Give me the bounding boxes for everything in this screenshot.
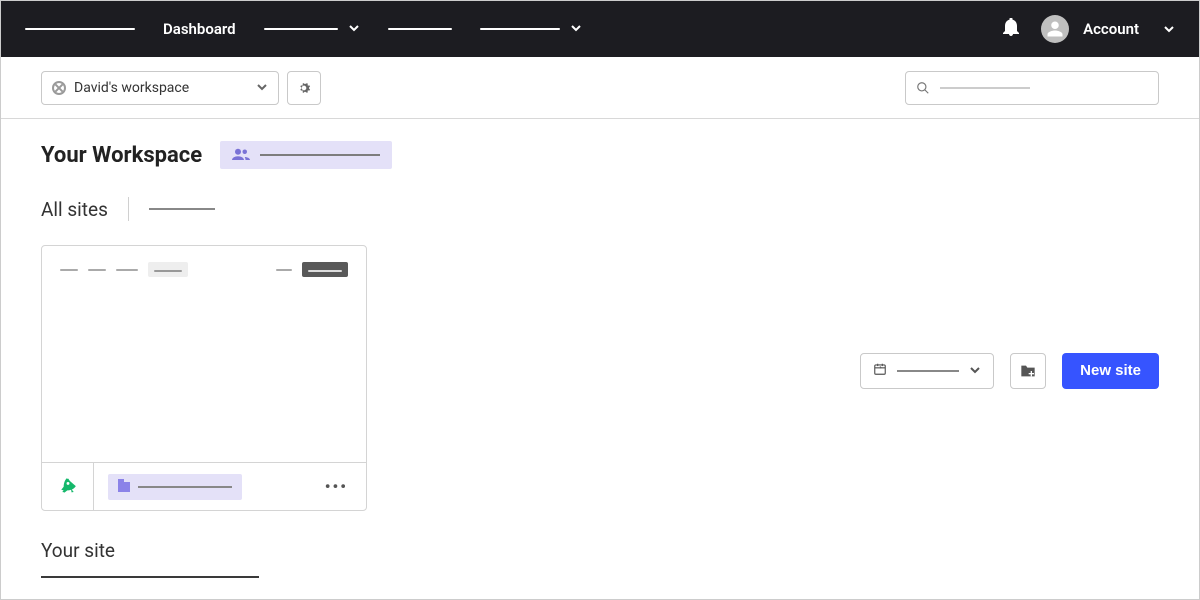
placeholder: [116, 269, 138, 271]
site-chip: [148, 262, 188, 277]
members-text: [260, 154, 380, 156]
all-sites-header: All sites: [41, 197, 860, 221]
close-circle-icon: [52, 81, 66, 95]
rocket-icon: [59, 477, 77, 497]
placeholder: [276, 269, 292, 271]
nav-placeholder: [264, 28, 338, 30]
nav-placeholder: [480, 28, 560, 30]
placeholder: [88, 269, 106, 271]
site-status-icon-cell[interactable]: [42, 463, 94, 511]
site-card-footer: •••: [42, 462, 366, 510]
nav-item-2[interactable]: [264, 1, 360, 57]
search-icon: [916, 81, 930, 95]
nav-item-4[interactable]: [480, 1, 582, 57]
site-chip-dark: [302, 262, 348, 277]
search-box[interactable]: [905, 71, 1159, 105]
site-more-button[interactable]: •••: [325, 477, 348, 496]
site-chip-row: [60, 262, 348, 277]
chevron-down-icon: [570, 20, 582, 38]
placeholder: [60, 269, 78, 271]
workspace-name: David's workspace: [74, 80, 256, 96]
nav-placeholder: [388, 28, 452, 30]
action-bar: New site: [860, 141, 1159, 578]
workspace-title: Your Workspace: [41, 143, 202, 168]
folder-plus-icon: [1020, 364, 1036, 378]
filter-placeholder[interactable]: [149, 208, 215, 210]
sub-bar: David's workspace: [1, 57, 1199, 119]
search-placeholder: [940, 87, 1030, 89]
workspace-settings-button[interactable]: [287, 71, 321, 105]
site-card[interactable]: •••: [41, 245, 367, 511]
workspace-selector[interactable]: David's workspace: [41, 71, 279, 105]
account-label[interactable]: Account: [1083, 20, 1139, 38]
workspace-header: Your Workspace: [41, 141, 860, 169]
nav-item-logo[interactable]: [25, 1, 135, 57]
chevron-down-icon[interactable]: [1163, 20, 1175, 39]
top-nav: Dashboard Account: [1, 1, 1199, 57]
site-preview: [42, 246, 366, 462]
your-site-title: Your site: [41, 539, 860, 562]
chevron-down-icon: [256, 78, 268, 97]
date-value: [897, 370, 959, 372]
new-site-button[interactable]: New site: [1062, 353, 1159, 389]
nav-label: Dashboard: [163, 20, 236, 38]
nav-item-dashboard[interactable]: Dashboard: [163, 1, 236, 57]
chevron-down-icon: [969, 361, 981, 380]
site-name: [138, 486, 232, 488]
nav-placeholder: [25, 28, 135, 30]
avatar[interactable]: [1041, 15, 1069, 43]
folder-icon: [118, 482, 130, 492]
calendar-icon: [873, 361, 887, 380]
members-pill[interactable]: [220, 141, 392, 169]
nav-item-3[interactable]: [388, 1, 452, 57]
your-site-underline: [41, 576, 259, 578]
chevron-down-icon: [348, 20, 360, 38]
your-site-section: Your site: [41, 539, 860, 578]
site-name-pill[interactable]: [108, 474, 242, 500]
date-filter-button[interactable]: [860, 353, 994, 389]
main-content: Your Workspace All sites: [1, 119, 1199, 578]
new-folder-button[interactable]: [1010, 353, 1046, 389]
people-icon: [232, 146, 250, 165]
notifications-icon[interactable]: [1003, 18, 1019, 40]
all-sites-title: All sites: [41, 198, 108, 221]
divider: [128, 197, 129, 221]
